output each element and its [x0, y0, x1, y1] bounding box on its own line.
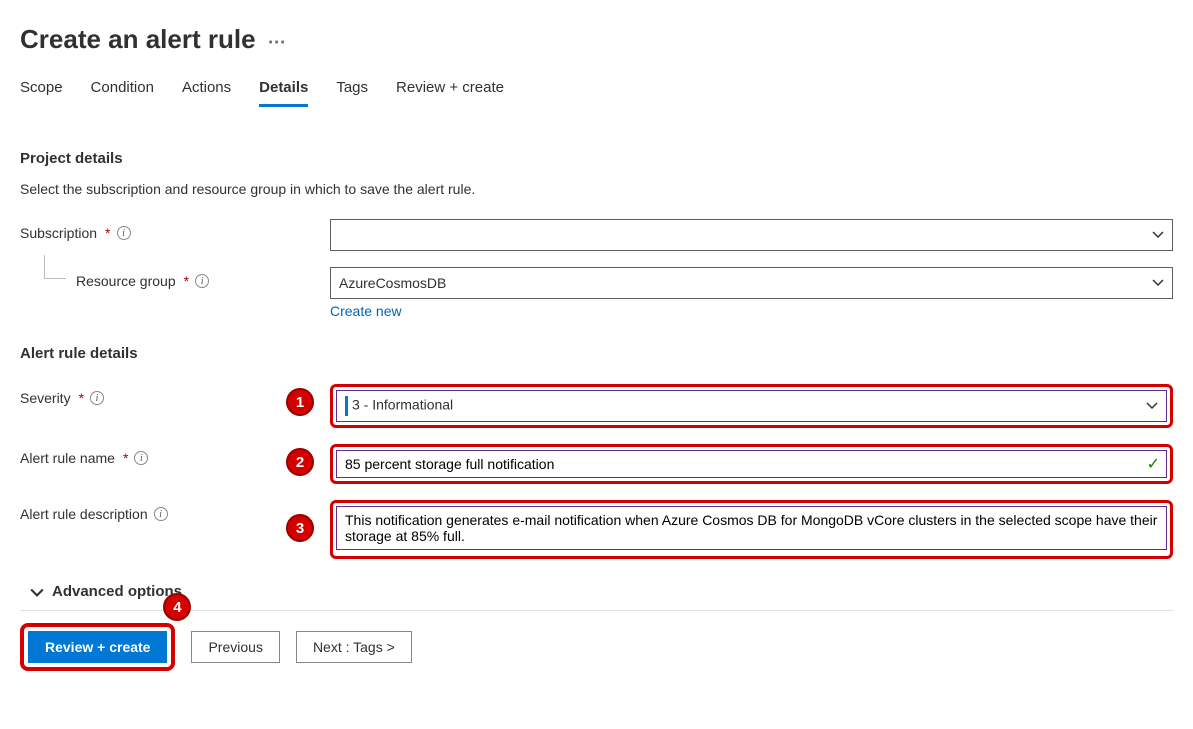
chevron-down-icon [1152, 277, 1164, 289]
alert-rule-description-input[interactable] [336, 506, 1167, 550]
chevron-down-icon [1152, 229, 1164, 241]
tab-condition[interactable]: Condition [91, 79, 154, 107]
info-icon[interactable]: i [117, 226, 131, 240]
tab-details[interactable]: Details [259, 79, 308, 107]
info-icon[interactable]: i [134, 451, 148, 465]
wizard-tabs: Scope Condition Actions Details Tags Rev… [20, 79, 1173, 108]
alert-rule-description-label: Alert rule description i [20, 500, 330, 522]
tab-tags[interactable]: Tags [336, 79, 368, 107]
tab-scope[interactable]: Scope [20, 79, 63, 107]
chevron-down-icon [30, 586, 42, 598]
tab-review-create[interactable]: Review + create [396, 79, 504, 107]
next-tags-button[interactable]: Next : Tags > [296, 631, 412, 663]
more-actions-icon[interactable]: ⋯ [268, 26, 288, 53]
chevron-down-icon [1146, 400, 1158, 412]
tab-actions[interactable]: Actions [182, 79, 231, 107]
callout-3: 3 [286, 514, 314, 542]
subscription-label: Subscription* i [20, 219, 330, 241]
resource-group-select[interactable]: AzureCosmosDB [330, 267, 1173, 299]
page-title: Create an alert rule [20, 24, 256, 55]
info-icon[interactable]: i [90, 391, 104, 405]
review-create-button[interactable]: Review + create [28, 631, 167, 663]
alert-rule-details-heading: Alert rule details [20, 345, 1173, 362]
subscription-select[interactable] [330, 219, 1173, 251]
info-icon[interactable]: i [195, 274, 209, 288]
previous-button[interactable]: Previous [191, 631, 279, 663]
callout-2: 2 [286, 448, 314, 476]
callout-4: 4 [163, 593, 191, 621]
alert-rule-name-label: Alert rule name* i [20, 444, 330, 466]
info-icon[interactable]: i [154, 507, 168, 521]
callout-1: 1 [286, 388, 314, 416]
alert-rule-name-input[interactable] [336, 450, 1167, 478]
resource-group-label: Resource group* i [20, 267, 330, 289]
severity-label: Severity* i [20, 384, 330, 406]
create-new-link[interactable]: Create new [330, 303, 402, 319]
check-icon: ✓ [1147, 454, 1160, 474]
project-details-heading: Project details [20, 150, 1173, 167]
advanced-options-toggle[interactable]: Advanced options [30, 583, 1173, 600]
project-details-subtext: Select the subscription and resource gro… [20, 181, 1173, 197]
severity-select[interactable]: 3 - Informational [336, 390, 1167, 422]
